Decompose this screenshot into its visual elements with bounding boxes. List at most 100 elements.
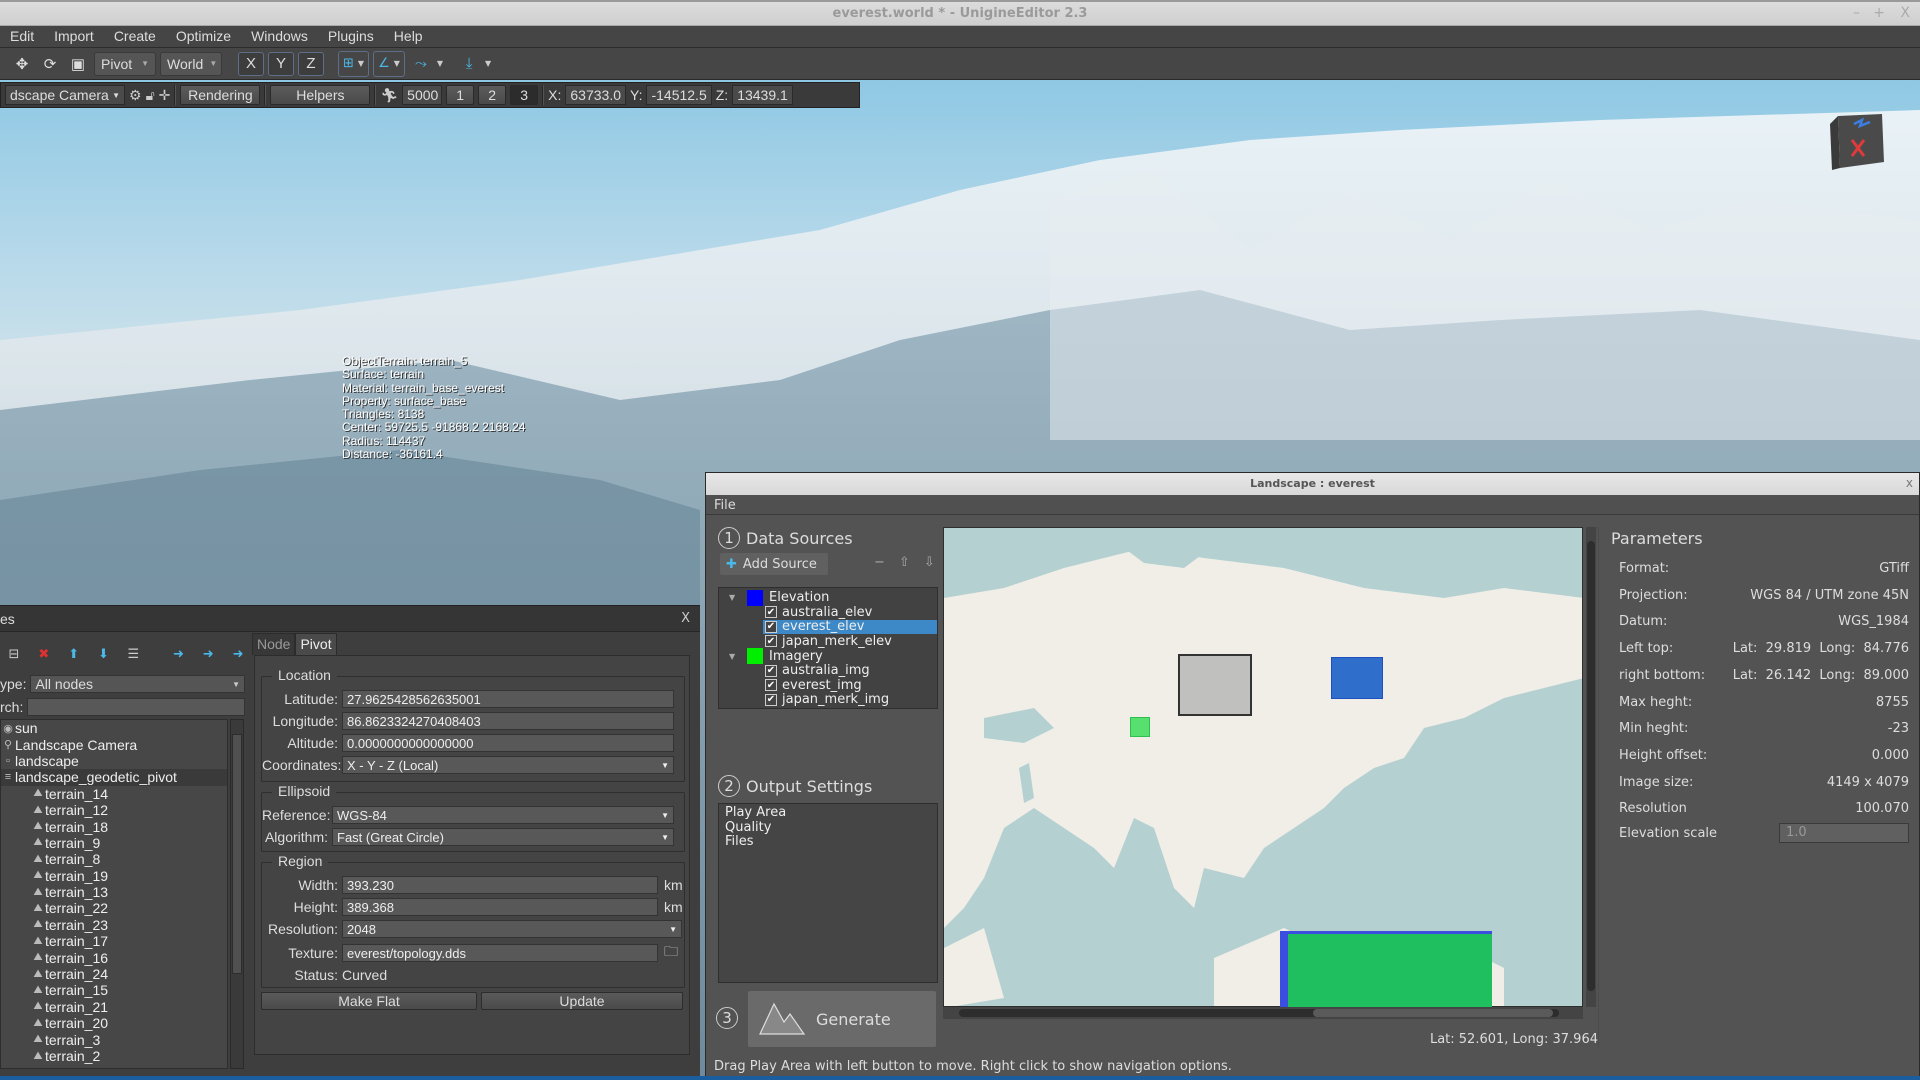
tree-node[interactable]: ⛰︎ terrain_17 [1, 933, 227, 949]
expand-arrow-icon[interactable]: ▼ [729, 652, 741, 661]
export-world-icon[interactable]: ➜ [226, 640, 250, 668]
angle-snap-button[interactable]: ∠ ▼ [373, 50, 405, 77]
close-icon[interactable]: x [1906, 476, 1913, 490]
expand-arrow-icon[interactable]: ▼ [729, 593, 741, 602]
output-item-play-area[interactable]: Play Area [725, 805, 931, 821]
map-area-everest[interactable] [1130, 717, 1150, 737]
scrollbar-thumb[interactable] [1587, 541, 1595, 991]
source-item[interactable]: ✔ australia_elev [719, 605, 937, 620]
search-input[interactable] [27, 698, 245, 716]
tree-node[interactable]: ≡ landscape_geodetic_pivot [1, 769, 227, 786]
longitude-input[interactable]: 86.8623324270408403 [342, 712, 674, 730]
reference-combo[interactable]: WGS-84 ▼ [332, 806, 674, 824]
tree-node[interactable]: ⛰︎ terrain_3 [1, 1031, 227, 1048]
height-input[interactable]: 389.368 [342, 898, 658, 916]
camera-speed-input[interactable]: 5000 [402, 85, 443, 105]
crosshair-icon[interactable]: ✛ [159, 87, 171, 104]
type-filter-combo[interactable]: All nodes ▼ [30, 675, 245, 693]
menu-windows[interactable]: Windows [241, 26, 318, 44]
texture-input[interactable]: everest/topology.dds [342, 944, 658, 962]
map-area-japan[interactable] [1331, 657, 1383, 699]
source-checkbox[interactable]: ✔ [765, 679, 777, 692]
menu-create[interactable]: Create [104, 26, 166, 44]
chevron-down-icon[interactable]: ▼ [437, 59, 443, 68]
gear-icon[interactable]: ⚙ [129, 87, 142, 104]
tree-node[interactable]: ⛰︎ terrain_9 [1, 835, 227, 851]
speed-preset-2[interactable]: 2 [478, 85, 507, 105]
export-mesh-icon[interactable]: ➜ [196, 640, 220, 668]
menu-help[interactable]: Help [384, 26, 433, 44]
menu-edit[interactable]: Edit [0, 26, 44, 44]
scrollbar-thumb[interactable] [1313, 1009, 1553, 1017]
close-icon[interactable]: X [681, 611, 690, 626]
menu-import[interactable]: Import [44, 26, 104, 44]
rotate-tool-icon[interactable]: ⟳ [38, 52, 62, 76]
camera-combo[interactable]: dscape Camera ▼ [5, 85, 125, 105]
make-flat-button[interactable]: Make Flat [261, 992, 477, 1010]
source-checkbox[interactable]: ✔ [765, 620, 777, 633]
source-group[interactable]: ▼ Elevation [719, 589, 937, 606]
source-checkbox[interactable]: ✔ [765, 635, 777, 648]
close-button[interactable]: X [1900, 5, 1910, 21]
source-checkbox[interactable]: ✔ [765, 664, 777, 677]
remove-source-icon[interactable]: − [874, 555, 885, 570]
algorithm-combo[interactable]: Fast (Great Circle) ▼ [332, 828, 674, 846]
speed-preset-1[interactable]: 1 [446, 85, 475, 105]
coordinates-combo[interactable]: X - Y - Z (Local) ▼ [342, 756, 674, 774]
tab-pivot[interactable]: Pivot [295, 633, 337, 655]
node-move-up-icon[interactable]: ⬆ [62, 640, 86, 668]
maximize-button[interactable]: + [1873, 5, 1885, 21]
tree-node[interactable]: ⛰︎ terrain_12 [1, 802, 227, 818]
tree-node[interactable]: ⛰︎ terrain_18 [1, 818, 227, 835]
map-area-australia[interactable] [1280, 931, 1492, 1007]
menu-optimize[interactable]: Optimize [166, 26, 241, 44]
folder-icon[interactable]: 🗀︎ [664, 941, 678, 965]
move-down-icon[interactable]: ⇩ [924, 555, 935, 570]
tree-node[interactable]: ⚲ Landscape Camera [1, 736, 227, 753]
grid-snap-button[interactable]: ⊞ ▼ [338, 50, 370, 77]
source-checkbox[interactable]: ✔ [765, 606, 777, 619]
export-node-icon[interactable]: ➜ [166, 640, 190, 668]
speed-preset-3[interactable]: 3 [510, 85, 539, 105]
node-tree-scrollbar[interactable] [230, 719, 244, 1069]
latitude-input[interactable]: 27.9625428562635001 [342, 690, 674, 708]
generate-button[interactable]: Generate [748, 991, 936, 1047]
move-up-icon[interactable]: ⇧ [899, 555, 910, 570]
axis-x-button[interactable]: X [238, 51, 264, 76]
tree-node[interactable]: ⛰︎ terrain_15 [1, 982, 227, 998]
camera-z-field[interactable]: 13439.1 [732, 85, 793, 105]
output-item-quality[interactable]: Quality [725, 820, 931, 836]
node-delete-icon[interactable]: ✖ [32, 640, 56, 668]
navigation-cube-icon[interactable] [1826, 110, 1886, 176]
resolution-combo[interactable]: 2048 ▼ [342, 920, 682, 938]
add-source-button[interactable]: ✚ Add Source [720, 553, 828, 575]
altitude-input[interactable]: 0.0000000000000000 [342, 734, 674, 752]
tree-node[interactable]: ⛰︎ terrain_21 [1, 999, 227, 1015]
menu-file[interactable]: File [714, 498, 736, 513]
camera-y-field[interactable]: -14512.5 [646, 85, 712, 105]
source-item[interactable]: ✔ japan_merk_elev [719, 634, 937, 649]
tree-node[interactable]: ⛰︎ terrain_16 [1, 949, 227, 966]
pivot-combo[interactable]: Pivot ▼ [94, 51, 156, 76]
tree-node[interactable]: ⛰︎ terrain_22 [1, 900, 227, 916]
tree-node[interactable]: ⛰︎ terrain_8 [1, 851, 227, 867]
collapse-all-icon[interactable]: ☰ [121, 640, 145, 668]
node-move-down-icon[interactable]: ⬇ [92, 640, 116, 668]
update-button[interactable]: Update [481, 992, 683, 1010]
chevron-down-icon[interactable]: ▼ [485, 59, 491, 68]
tree-node[interactable]: ⛰︎ terrain_13 [1, 884, 227, 900]
source-item[interactable]: ✔ everest_img [719, 678, 937, 693]
surface-snap-icon[interactable]: ⤳ [409, 52, 433, 76]
map-vertical-scrollbar[interactable] [1586, 527, 1596, 1007]
minimize-button[interactable]: – [1853, 5, 1860, 21]
menu-plugins[interactable]: Plugins [318, 26, 384, 44]
space-combo[interactable]: World ▼ [160, 51, 222, 76]
lock-icon[interactable]: 🔓︎ [146, 87, 155, 104]
tree-node[interactable]: ⛰︎ terrain_24 [1, 966, 227, 982]
move-tool-icon[interactable]: ✥ [10, 52, 34, 76]
tab-node[interactable]: Node [252, 633, 296, 655]
tree-node[interactable]: ⛰︎ terrain_20 [1, 1015, 227, 1031]
camera-x-field[interactable]: 63733.0 [565, 85, 626, 105]
source-item[interactable]: ✔ japan_merk_img [719, 692, 937, 707]
rendering-button[interactable]: Rendering [180, 85, 261, 105]
